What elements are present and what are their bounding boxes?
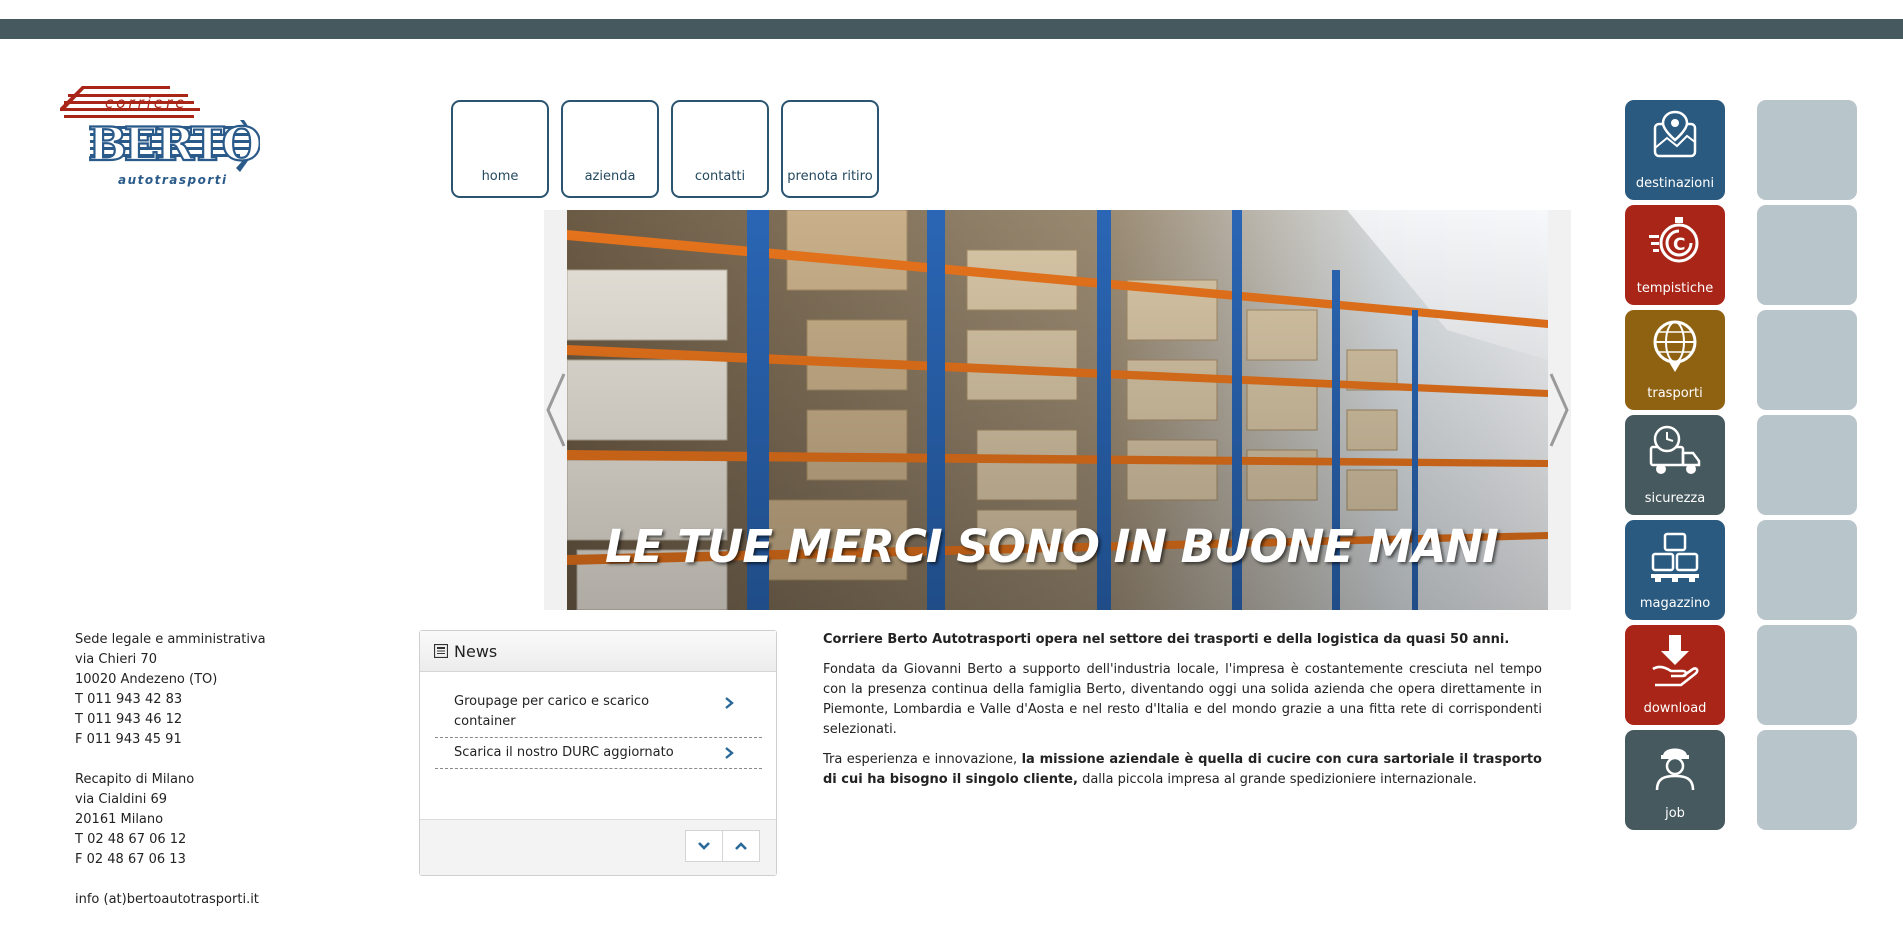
map-pin-icon: [1653, 110, 1697, 158]
about-text: Corriere Berto Autotrasporti opera nel s…: [823, 630, 1542, 800]
address-legal-phone-1: T 011 943 42 83: [75, 692, 183, 707]
about-mission-lead: Tra esperienza e innovazione,: [823, 752, 1022, 767]
address-milan-phone: T 02 48 67 06 12: [75, 832, 187, 847]
tile-tempistiche-label: tempistiche: [1636, 281, 1714, 296]
chevron-up-icon: [735, 842, 747, 850]
tile-sicurezza-label: sicurezza: [1644, 491, 1706, 506]
nav-home[interactable]: home: [451, 100, 549, 198]
download-hand-icon: [1652, 635, 1699, 687]
placeholder-tile: [1757, 205, 1857, 305]
logo-brand: BERTO: [88, 117, 260, 171]
pallet-icon: [1651, 532, 1699, 582]
about-paragraph: Fondata da Giovanni Berto a supporto del…: [823, 662, 1542, 737]
placeholder-tile: [1757, 520, 1857, 620]
tile-download-label: download: [1643, 701, 1707, 716]
logo-graphic: BERTO corriere autotrasporti: [60, 86, 265, 187]
chevron-down-icon: [698, 842, 710, 850]
news-item-text: Scarica il nostro DURC aggiornato: [454, 745, 674, 760]
address-milan-street: via Cialdini 69: [75, 792, 168, 807]
tile-download[interactable]: download: [1625, 625, 1725, 725]
address-spacer-2: [75, 870, 335, 890]
about-mission-tail: dalla piccola impresa al grande spedizio…: [1077, 772, 1477, 787]
address-milan-city: 20161 Milano: [75, 812, 164, 827]
worker-icon: [1655, 748, 1695, 791]
truck-icon: [1649, 425, 1701, 474]
tile-trasporti[interactable]: trasporti: [1625, 310, 1725, 410]
logo-top-text: corriere: [105, 94, 188, 112]
tile-job-label: job: [1665, 806, 1685, 821]
news-panel: News Groupage per carico e scarico conta…: [419, 630, 777, 876]
chevron-right-icon: [725, 697, 734, 709]
hero-slider: LE TUE MERCI SONO IN BUONE MANI: [544, 210, 1571, 610]
nav-home-label: home: [481, 169, 519, 184]
address-milan-fax: F 02 48 67 06 13: [75, 852, 186, 867]
chevron-right-icon: [725, 747, 734, 759]
address-legal-street: via Chieri 70: [75, 652, 157, 667]
tile-job[interactable]: job: [1625, 730, 1725, 830]
address-legal-city: 10020 Andezeno (TO): [75, 672, 218, 687]
logo[interactable]: BERTO corriere autotrasporti: [60, 86, 265, 198]
nav-azienda-label: azienda: [584, 169, 636, 184]
news-list: Groupage per carico e scarico container …: [435, 687, 762, 769]
news-item-text: Groupage per carico e scarico container: [454, 694, 650, 729]
tile-destinazioni-label: destinazioni: [1635, 176, 1715, 191]
address-legal-title: Sede legale e amministrativa: [75, 632, 266, 647]
newspaper-icon: [434, 644, 448, 658]
news-title: News: [454, 641, 498, 661]
placeholder-tile: [1757, 730, 1857, 830]
top-bar: [0, 19, 1903, 39]
slide-image: LE TUE MERCI SONO IN BUONE MANI: [567, 210, 1548, 610]
slide-caption: LE TUE MERCI SONO IN BUONE MANI: [605, 520, 1499, 573]
tile-sicurezza[interactable]: sicurezza: [1625, 415, 1725, 515]
tile-magazzino-label: magazzino: [1639, 596, 1711, 611]
nav-prenota-ritiro[interactable]: prenota ritiro: [781, 100, 879, 198]
address-block: Sede legale e amministrativa via Chieri …: [75, 630, 335, 910]
nav-azienda[interactable]: azienda: [561, 100, 659, 198]
placeholder-tile: [1757, 100, 1857, 200]
address-legal-fax: F 011 943 45 91: [75, 732, 182, 747]
tile-tempistiche[interactable]: C tempistiche: [1625, 205, 1725, 305]
news-item[interactable]: Scarica il nostro DURC aggiornato: [435, 738, 762, 769]
tile-trasporti-label: trasporti: [1647, 386, 1703, 401]
news-footer: [420, 819, 776, 875]
news-up-button[interactable]: [722, 830, 760, 862]
stopwatch-icon: C: [1649, 217, 1699, 263]
nav-contatti-label: contatti: [694, 169, 746, 184]
slider-prev-icon[interactable]: [544, 370, 568, 450]
about-mission: Tra esperienza e innovazione, la mission…: [823, 750, 1542, 790]
tile-destinazioni[interactable]: destinazioni: [1625, 100, 1725, 200]
globe-icon: [1653, 320, 1697, 372]
placeholder-tile: [1757, 415, 1857, 515]
nav-prenota-ritiro-label: prenota ritiro: [787, 169, 873, 184]
news-down-button[interactable]: [685, 830, 723, 862]
tile-magazzino[interactable]: magazzino: [1625, 520, 1725, 620]
address-milan-title: Recapito di Milano: [75, 772, 195, 787]
svg-text:C: C: [1673, 235, 1685, 255]
address-legal-phone-2: T 011 943 46 12: [75, 712, 183, 727]
logo-bottom-text: autotrasporti: [118, 173, 228, 187]
nav-contatti[interactable]: contatti: [671, 100, 769, 198]
news-item[interactable]: Groupage per carico e scarico container: [435, 687, 762, 738]
news-header: News: [420, 631, 776, 672]
placeholder-tile: [1757, 310, 1857, 410]
address-email[interactable]: info (at)bertoautotrasporti.it: [75, 890, 335, 910]
placeholder-tile: [1757, 625, 1857, 725]
address-spacer: [75, 750, 335, 770]
about-intro: Corriere Berto Autotrasporti opera nel s…: [823, 632, 1510, 647]
slider-next-icon[interactable]: [1547, 370, 1571, 450]
